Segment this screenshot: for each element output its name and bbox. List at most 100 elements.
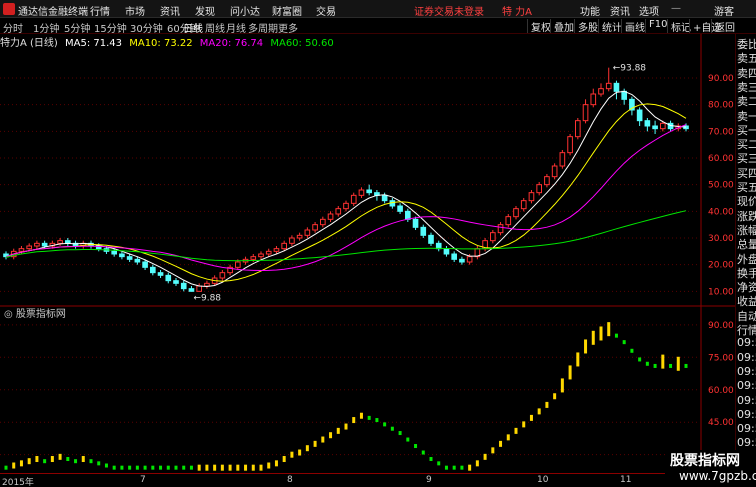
tab-fenshi[interactable]: 分时	[3, 20, 23, 35]
signal-bar	[367, 415, 371, 420]
signal-bar	[514, 427, 518, 434]
menu-caifuquan[interactable]: 财富圈	[272, 3, 302, 18]
candle-body	[296, 234, 303, 239]
candle-body	[273, 248, 280, 252]
tab-1min[interactable]: 1分钟	[33, 20, 59, 35]
candle-body	[381, 194, 388, 202]
signal-bar	[81, 456, 85, 463]
candle-body	[142, 261, 148, 268]
quote-side-panel: 委比 卖五 卖四 卖三 卖二 卖一 买一 买二 买三 买四 买五 现价 涨跌 涨幅 总量 外盘 换手 净资 收益 自动…	[735, 34, 756, 450]
price-tick-label: 70.00	[708, 127, 734, 137]
tab-30min[interactable]: 30分钟	[130, 20, 163, 35]
signal-bar	[329, 432, 333, 439]
candle-body	[134, 258, 141, 263]
tab-5min[interactable]: 5分钟	[64, 20, 90, 35]
sub-indicator-name: 股票指标网	[15, 309, 66, 320]
price-tick-label: 30.00	[708, 234, 734, 244]
x-label-9: 9	[426, 475, 432, 485]
multi-stock-button[interactable]: 多股	[574, 19, 601, 34]
side-panel-item: 09:51	[737, 379, 756, 393]
date-axis: 2015年 7 8 9 10 11	[0, 473, 756, 487]
signal-bar	[19, 460, 23, 467]
menu-zixun-right[interactable]: 资讯	[610, 3, 630, 18]
tab-15min[interactable]: 15分钟	[94, 20, 127, 35]
signal-bar	[43, 459, 47, 464]
menu-faxian[interactable]: 发现	[195, 3, 215, 18]
period-tab-bar: 分时 1分钟 5分钟 15分钟 30分钟 60分钟 日线 周线 月线 多周期 更…	[0, 18, 756, 35]
app-window: { "titlebar": { "app_name": "通达信金融终端", "…	[0, 0, 756, 487]
signal-bar	[50, 456, 54, 463]
signal-bar	[475, 460, 479, 467]
signal-bar	[321, 436, 325, 443]
candle-body	[613, 82, 620, 92]
side-panel-item: 09:51	[737, 393, 756, 407]
candle-body	[343, 202, 349, 210]
tab-more[interactable]: 更多	[278, 20, 298, 35]
candle-body	[34, 242, 40, 247]
guest-label[interactable]: 游客	[714, 3, 734, 18]
side-panel-item: 09:51	[737, 364, 756, 378]
candle-body	[188, 288, 195, 292]
candle-body	[265, 250, 272, 255]
candle-body	[544, 176, 550, 186]
candle-body	[459, 258, 465, 263]
menu-hangqing[interactable]: 行情	[90, 3, 110, 18]
signal-bar	[112, 465, 116, 470]
candle-body	[119, 253, 125, 258]
candle-body	[335, 208, 342, 215]
tab-multi-period[interactable]: 多周期	[248, 20, 278, 35]
candle-body	[18, 248, 25, 252]
login-notice[interactable]: 证券交易未登录	[414, 3, 484, 18]
app-logo-icon	[3, 3, 15, 15]
signal-bar	[460, 465, 464, 470]
menu-wenxiaoda[interactable]: 问小达	[230, 3, 260, 18]
signal-bar	[499, 440, 503, 447]
candle-body	[497, 224, 504, 234]
candle-body	[644, 120, 651, 127]
price-tick-label: 50.00	[708, 181, 734, 191]
ma10-label: MA10: 73.22	[129, 38, 193, 49]
price-tick-label: 40.00	[708, 207, 734, 217]
menu-xuanxiang[interactable]: 选项	[639, 3, 659, 18]
price-tick-label: 60.00	[708, 154, 734, 164]
menu-zixun[interactable]: 资讯	[160, 3, 180, 18]
candle-body	[598, 88, 604, 95]
minimize-icon[interactable]: —	[671, 3, 681, 14]
signal-bar	[560, 378, 564, 393]
signal-bar	[669, 363, 673, 368]
signal-bar	[383, 422, 387, 427]
signal-bar	[267, 462, 271, 469]
menu-jiaoyi[interactable]: 交易	[316, 3, 336, 18]
signal-bar	[522, 421, 526, 428]
tab-daily[interactable]: 日线	[183, 20, 203, 35]
candle-body	[660, 122, 666, 130]
signal-bar	[352, 417, 356, 424]
candle-body	[652, 125, 658, 130]
candle-body	[289, 237, 295, 244]
sub-tick-label: 60.00	[708, 386, 734, 396]
watermark-url: www.7gpzb.com	[679, 469, 756, 483]
signal-bar	[282, 456, 286, 463]
candle-body	[520, 200, 527, 210]
back-button[interactable]: 返回	[711, 19, 738, 34]
menu-gongneng[interactable]: 功能	[580, 3, 600, 18]
overlay-button[interactable]: 叠加	[550, 19, 577, 34]
candle-body	[443, 248, 450, 255]
signal-bar	[483, 453, 487, 460]
signal-bar	[197, 464, 201, 471]
signal-bar	[251, 464, 255, 471]
signal-bar	[653, 363, 657, 368]
tab-monthly[interactable]: 月线	[226, 20, 246, 35]
kline-chart[interactable]: 90.00 80.00 70.00 60.00 50.00 40.00 30.00 20.00…	[0, 34, 735, 473]
signal-bar	[684, 363, 688, 368]
menu-shichang[interactable]: 市场	[125, 3, 145, 18]
candle-body	[451, 253, 458, 260]
draw-line-button[interactable]: 画线	[621, 19, 648, 34]
x-label-11: 11	[620, 475, 632, 485]
candle-body	[26, 245, 32, 250]
signal-bar	[614, 333, 618, 338]
watermark: 股票指标网 www.7gpzb.com	[665, 450, 756, 487]
price-tick-label: 10.00	[708, 287, 734, 297]
candle-body	[559, 152, 566, 167]
tab-weekly[interactable]: 周线	[205, 20, 225, 35]
